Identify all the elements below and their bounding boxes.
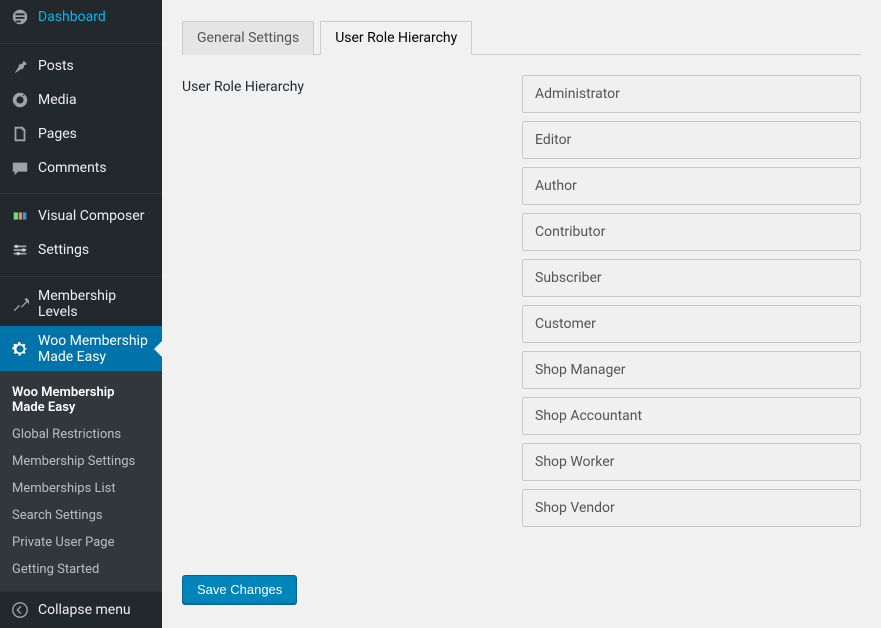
sidebar-item-settings[interactable]: Settings [0, 233, 162, 267]
sidebar-item-membership-levels[interactable]: Membership Levels [0, 282, 162, 327]
sidebar-item-label: Media [38, 92, 77, 108]
media-icon [10, 90, 30, 110]
menu-separator [0, 272, 162, 277]
sidebar-item-posts[interactable]: Posts [0, 49, 162, 83]
submenu-item-getting-started[interactable]: Getting Started [0, 556, 162, 583]
submenu-item-global-restrictions[interactable]: Global Restrictions [0, 421, 162, 448]
sidebar-item-label: Membership Levels [38, 288, 152, 320]
collapse-menu-button[interactable]: Collapse menu [0, 592, 162, 628]
role-item[interactable]: Author [522, 167, 861, 205]
submenu-item-membership-settings[interactable]: Membership Settings [0, 448, 162, 475]
role-item[interactable]: Shop Vendor [522, 489, 861, 527]
pin-icon [10, 56, 30, 76]
collapse-section: Collapse menu [0, 591, 162, 628]
tools-icon [10, 294, 30, 314]
sidebar-item-media[interactable]: Media [0, 83, 162, 117]
sidebar-item-label: Settings [38, 242, 89, 258]
sidebar-item-woo-membership[interactable]: Woo Membership Made Easy [0, 326, 162, 371]
submenu-item-memberships-list[interactable]: Memberships List [0, 475, 162, 502]
submenu-item-search-settings[interactable]: Search Settings [0, 502, 162, 529]
menu-separator [0, 39, 162, 44]
submenu-item-private-user-page[interactable]: Private User Page [0, 529, 162, 556]
collapse-label: Collapse menu [38, 602, 131, 618]
submenu: Woo Membership Made Easy Global Restrict… [0, 371, 162, 591]
form-row: User Role Hierarchy Administrator Editor… [182, 75, 861, 535]
role-item[interactable]: Subscriber [522, 259, 861, 297]
composer-icon [10, 206, 30, 226]
main-content: General Settings User Role Hierarchy Use… [162, 0, 881, 628]
sidebar-item-label: Comments [38, 160, 107, 176]
role-item[interactable]: Shop Manager [522, 351, 861, 389]
sliders-icon [10, 240, 30, 260]
admin-sidebar: Dashboard Posts Media Pages Comments Vis… [0, 0, 162, 628]
menu-separator [0, 190, 162, 195]
role-item[interactable]: Editor [522, 121, 861, 159]
tab-user-role-hierarchy[interactable]: User Role Hierarchy [320, 21, 472, 55]
role-item[interactable]: Administrator [522, 75, 861, 113]
gear-icon [10, 339, 30, 359]
role-item[interactable]: Shop Accountant [522, 397, 861, 435]
sidebar-item-visual-composer[interactable]: Visual Composer [0, 199, 162, 233]
comments-icon [10, 158, 30, 178]
role-item[interactable]: Contributor [522, 213, 861, 251]
save-changes-button[interactable]: Save Changes [182, 575, 297, 604]
dashboard-icon [10, 7, 30, 27]
collapse-icon [10, 600, 30, 620]
sidebar-item-label: Pages [38, 126, 77, 142]
role-item[interactable]: Shop Worker [522, 443, 861, 481]
role-hierarchy-list: Administrator Editor Author Contributor … [522, 75, 861, 535]
page-icon [10, 124, 30, 144]
tabs: General Settings User Role Hierarchy [182, 20, 861, 55]
sidebar-item-label: Visual Composer [38, 208, 144, 224]
sidebar-item-label: Dashboard [38, 9, 106, 25]
sidebar-item-dashboard[interactable]: Dashboard [0, 0, 162, 34]
sidebar-item-label: Woo Membership Made Easy [38, 333, 152, 365]
submenu-item-main[interactable]: Woo Membership Made Easy [0, 379, 162, 421]
sidebar-item-comments[interactable]: Comments [0, 151, 162, 185]
sidebar-item-label: Posts [38, 58, 74, 74]
sidebar-item-pages[interactable]: Pages [0, 117, 162, 151]
tab-general-settings[interactable]: General Settings [182, 21, 314, 55]
section-label: User Role Hierarchy [182, 75, 522, 95]
role-item[interactable]: Customer [522, 305, 861, 343]
